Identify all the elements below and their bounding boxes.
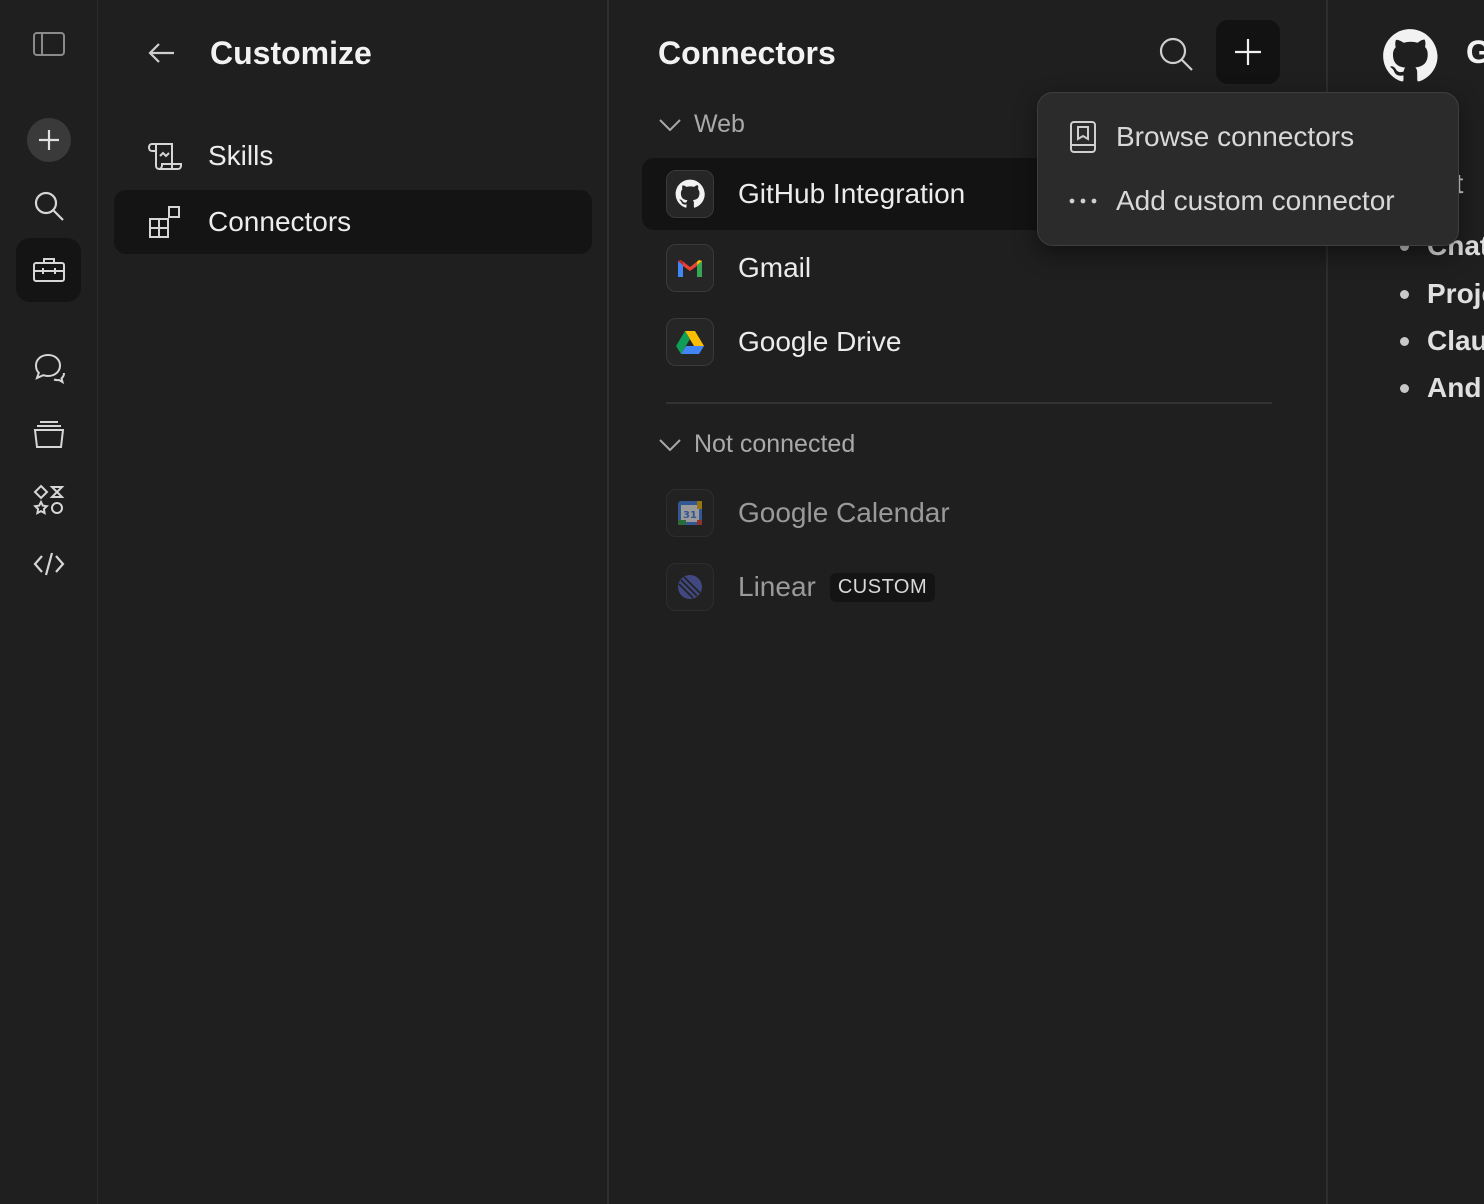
stack-icon bbox=[33, 421, 64, 448]
app-window: Customize Skills Connectors Connectors W… bbox=[0, 0, 1484, 1204]
connector-label: Google Calendar bbox=[738, 497, 950, 528]
plus-icon bbox=[38, 130, 59, 150]
connectors-title: Connectors bbox=[658, 35, 836, 71]
connector-label: Gmail bbox=[738, 252, 812, 283]
connector-label: GitHub Integration bbox=[738, 178, 966, 209]
detail-title: G bbox=[1466, 34, 1484, 70]
menu-item-label: Browse connectors bbox=[1116, 121, 1355, 152]
connector-row-google-drive[interactable]: Google Drive bbox=[642, 306, 1282, 378]
detail-bullet: Clau bbox=[1400, 325, 1484, 357]
section-toggle-not-connected[interactable]: Not connected bbox=[658, 430, 855, 459]
search-connectors-button[interactable] bbox=[1154, 32, 1198, 76]
page-title: Customize bbox=[210, 34, 372, 71]
calendar-day: 31 bbox=[683, 510, 697, 521]
connector-label: Linear bbox=[738, 571, 816, 602]
custom-badge: CUSTOM bbox=[829, 572, 936, 602]
add-connector-menu: Browse connectors Add custom connector bbox=[1037, 92, 1459, 246]
icon-rail bbox=[0, 0, 98, 1204]
google-drive-icon bbox=[666, 318, 714, 366]
bullet-text: Proje bbox=[1427, 278, 1484, 309]
section-label: Web bbox=[694, 110, 745, 138]
search-icon bbox=[34, 191, 64, 221]
nav-item-connectors[interactable]: Connectors bbox=[114, 190, 592, 254]
add-connector-button[interactable] bbox=[1216, 20, 1280, 84]
search-rail-button[interactable] bbox=[16, 174, 81, 238]
section-toggle-web[interactable]: Web bbox=[658, 110, 745, 139]
menu-item-browse-connectors[interactable]: Browse connectors bbox=[1066, 113, 1354, 161]
chevron-down-icon bbox=[658, 433, 682, 457]
bullet-text: Clau bbox=[1427, 325, 1484, 356]
book-icon bbox=[1066, 120, 1100, 154]
menu-item-label: Add custom connector bbox=[1116, 185, 1395, 216]
chats-rail-button[interactable] bbox=[16, 336, 81, 400]
plus-icon bbox=[1235, 39, 1261, 65]
section-divider bbox=[666, 402, 1272, 404]
shapes-icon bbox=[32, 484, 64, 515]
connector-row-linear[interactable]: Linear CUSTOM bbox=[642, 551, 1282, 623]
bullet-dot bbox=[1400, 383, 1409, 393]
menu-item-add-custom-connector[interactable]: Add custom connector bbox=[1066, 177, 1395, 225]
bullet-text: And bbox=[1427, 372, 1482, 403]
back-arrow-icon[interactable] bbox=[146, 37, 178, 69]
code-icon bbox=[33, 552, 64, 576]
connector-label: Google Drive bbox=[738, 326, 902, 357]
blocks-icon bbox=[148, 205, 182, 239]
chevron-down-icon bbox=[658, 113, 682, 137]
customize-header: Customize bbox=[146, 30, 372, 76]
new-chat-button[interactable] bbox=[16, 108, 81, 172]
detail-bullet: And bbox=[1400, 372, 1481, 404]
customize-rail-button[interactable] bbox=[16, 238, 81, 302]
linear-icon bbox=[666, 563, 714, 611]
gmail-icon bbox=[666, 244, 714, 292]
new-chat-circle bbox=[26, 118, 71, 162]
search-icon bbox=[1159, 37, 1193, 71]
customize-panel: Customize Skills Connectors bbox=[98, 0, 609, 1204]
google-calendar-icon: 31 bbox=[666, 489, 714, 537]
github-icon bbox=[1382, 28, 1438, 84]
scroll-icon bbox=[148, 139, 182, 173]
nav-item-skills[interactable]: Skills bbox=[114, 124, 592, 188]
code-rail-button[interactable] bbox=[16, 532, 81, 596]
nav-item-label: Connectors bbox=[208, 206, 352, 237]
section-label: Not connected bbox=[694, 430, 856, 458]
toolbox-icon bbox=[32, 258, 65, 282]
bullet-dot bbox=[1400, 289, 1409, 299]
more-dots-icon bbox=[1066, 184, 1100, 218]
detail-bullet: Proje bbox=[1400, 278, 1484, 310]
github-icon bbox=[666, 170, 714, 218]
toggle-sidebar-button[interactable] bbox=[16, 12, 81, 76]
sidebar-icon bbox=[32, 32, 65, 56]
nav-item-label: Skills bbox=[208, 140, 274, 171]
chat-bubbles-icon bbox=[34, 353, 65, 385]
projects-rail-button[interactable] bbox=[16, 402, 81, 466]
bullet-dot bbox=[1400, 336, 1409, 346]
artifacts-rail-button[interactable] bbox=[16, 468, 81, 532]
connector-row-google-calendar[interactable]: 31 Google Calendar bbox=[642, 477, 1282, 549]
